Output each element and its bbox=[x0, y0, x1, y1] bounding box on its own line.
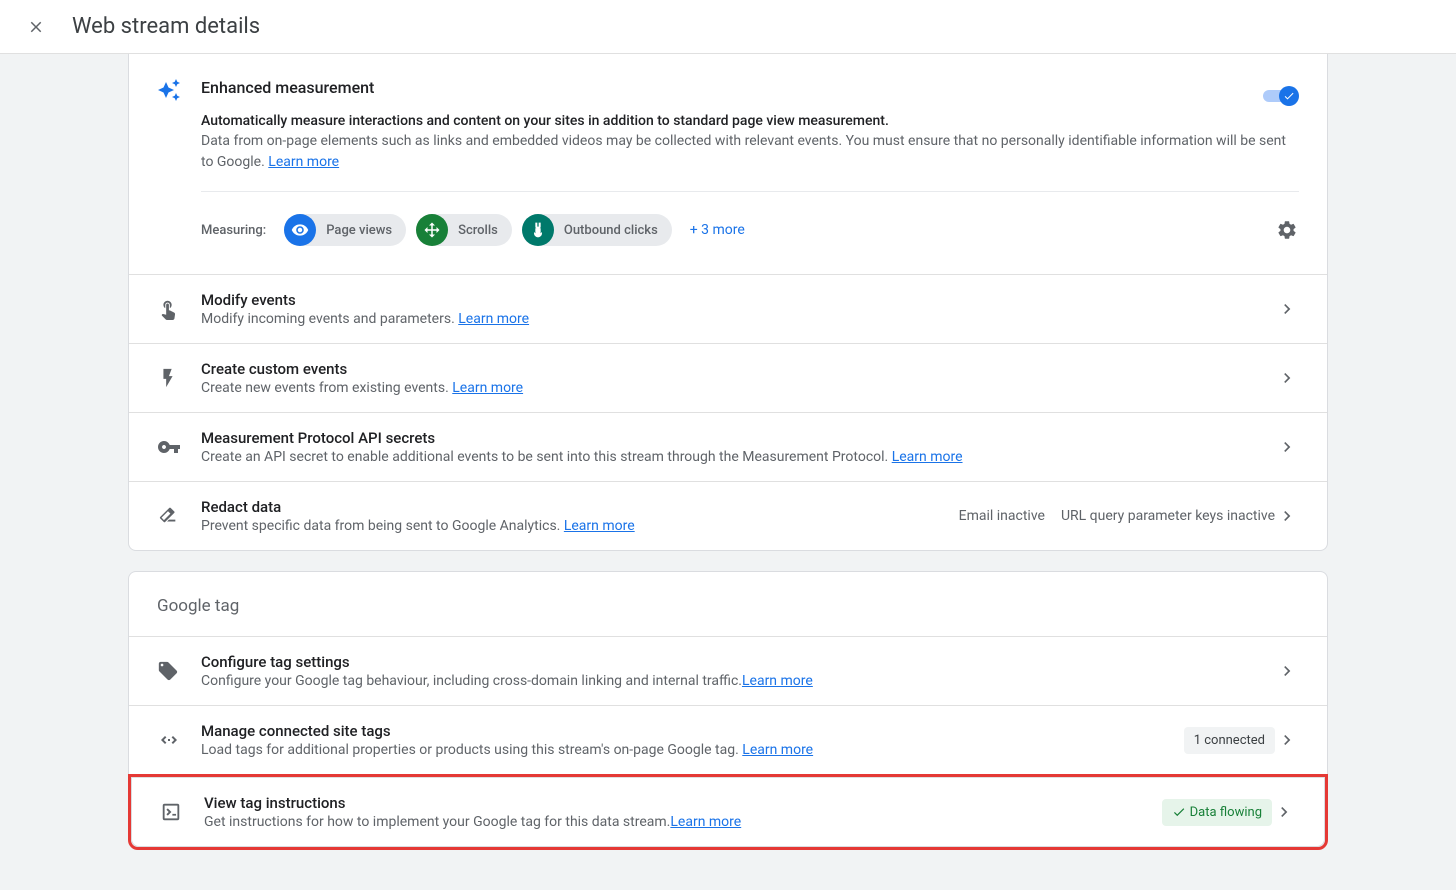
instructions-learn-link[interactable]: Learn more bbox=[670, 814, 741, 830]
google-tag-header: Google tag bbox=[129, 572, 1327, 636]
row-redact-data[interactable]: Redact data Prevent specific data from b… bbox=[129, 481, 1327, 550]
eye-icon bbox=[284, 214, 316, 246]
enhanced-description: Data from on-page elements such as links… bbox=[201, 131, 1299, 173]
instructions-icon bbox=[160, 801, 192, 823]
close-icon[interactable] bbox=[24, 15, 48, 39]
custom-desc: Create new events from existing events. … bbox=[201, 380, 1275, 396]
chip-page-views-label: Page views bbox=[316, 223, 392, 238]
check-icon bbox=[1279, 86, 1299, 106]
row-modify-events[interactable]: Modify events Modify incoming events and… bbox=[129, 274, 1327, 343]
connected-learn-link[interactable]: Learn more bbox=[742, 742, 813, 758]
events-panel: Enhanced measurement Automatically measu… bbox=[128, 54, 1328, 551]
redact-learn-link[interactable]: Learn more bbox=[564, 518, 635, 534]
row-api-secrets[interactable]: Measurement Protocol API secrets Create … bbox=[129, 412, 1327, 481]
code-icon bbox=[157, 728, 189, 752]
check-icon bbox=[1172, 805, 1186, 819]
modify-icon bbox=[157, 298, 189, 320]
row-connected-tags[interactable]: Manage connected site tags Load tags for… bbox=[129, 705, 1327, 774]
chevron-right-icon bbox=[1275, 659, 1299, 683]
enhanced-toggle[interactable] bbox=[1263, 86, 1299, 106]
custom-learn-link[interactable]: Learn more bbox=[452, 380, 523, 396]
key-icon bbox=[157, 435, 189, 459]
enhanced-title: Enhanced measurement bbox=[201, 78, 1299, 97]
page-header: Web stream details bbox=[0, 0, 1456, 54]
enhanced-learn-more-link[interactable]: Learn more bbox=[268, 154, 339, 170]
secrets-learn-link[interactable]: Learn more bbox=[892, 449, 963, 465]
modify-title: Modify events bbox=[201, 291, 1275, 309]
redact-desc: Prevent specific data from being sent to… bbox=[201, 518, 947, 534]
configure-desc: Configure your Google tag behaviour, inc… bbox=[201, 673, 1275, 689]
eraser-icon bbox=[157, 505, 189, 527]
highlight-annotation: View tag instructions Get instructions f… bbox=[128, 774, 1328, 850]
chip-page-views: Page views bbox=[284, 214, 406, 246]
gear-icon[interactable] bbox=[1275, 218, 1299, 242]
custom-title: Create custom events bbox=[201, 360, 1275, 378]
measuring-label: Measuring: bbox=[201, 223, 266, 238]
scroll-icon bbox=[416, 214, 448, 246]
row-custom-events[interactable]: Create custom events Create new events f… bbox=[129, 343, 1327, 412]
chip-outbound-label: Outbound clicks bbox=[554, 223, 658, 238]
secrets-desc: Create an API secret to enable additiona… bbox=[201, 449, 1275, 465]
redact-status-url: URL query parameter keys inactive bbox=[1061, 508, 1275, 524]
tag-icon bbox=[157, 660, 189, 682]
chevron-right-icon bbox=[1275, 504, 1299, 528]
chip-scrolls: Scrolls bbox=[416, 214, 512, 246]
mouse-icon bbox=[522, 214, 554, 246]
modify-learn-link[interactable]: Learn more bbox=[458, 311, 529, 327]
more-measurements-link[interactable]: + 3 more bbox=[690, 222, 745, 238]
enhanced-measurement-section: Enhanced measurement Automatically measu… bbox=[129, 54, 1327, 274]
enhanced-subtitle: Automatically measure interactions and c… bbox=[201, 113, 1299, 129]
configure-title: Configure tag settings bbox=[201, 653, 1275, 671]
page-title: Web stream details bbox=[72, 14, 260, 39]
custom-events-icon bbox=[157, 367, 189, 389]
redact-title: Redact data bbox=[201, 498, 947, 516]
secrets-title: Measurement Protocol API secrets bbox=[201, 429, 1275, 447]
modify-desc: Modify incoming events and parameters. L… bbox=[201, 311, 1275, 327]
connected-desc: Load tags for additional properties or p… bbox=[201, 742, 1172, 758]
chevron-right-icon bbox=[1275, 297, 1299, 321]
row-view-tag-instructions[interactable]: View tag instructions Get instructions f… bbox=[132, 777, 1324, 846]
chevron-right-icon bbox=[1275, 435, 1299, 459]
redact-status-email: Email inactive bbox=[959, 508, 1045, 524]
configure-learn-link[interactable]: Learn more bbox=[742, 673, 813, 689]
sparkle-icon bbox=[157, 78, 189, 246]
chip-scrolls-label: Scrolls bbox=[448, 223, 498, 238]
measuring-row: Measuring: Page views Scrolls bbox=[201, 191, 1299, 246]
chip-outbound: Outbound clicks bbox=[522, 214, 672, 246]
connected-title: Manage connected site tags bbox=[201, 722, 1172, 740]
chevron-right-icon bbox=[1275, 366, 1299, 390]
connected-badge: 1 connected bbox=[1184, 727, 1275, 754]
row-configure-tag[interactable]: Configure tag settings Configure your Go… bbox=[129, 636, 1327, 705]
content-area: Enhanced measurement Automatically measu… bbox=[0, 54, 1456, 890]
data-flowing-badge: Data flowing bbox=[1162, 799, 1272, 826]
chevron-right-icon bbox=[1272, 800, 1296, 824]
instructions-title: View tag instructions bbox=[204, 794, 1150, 812]
google-tag-panel: Google tag Configure tag settings Config… bbox=[128, 571, 1328, 774]
chevron-right-icon bbox=[1275, 728, 1299, 752]
instructions-desc: Get instructions for how to implement yo… bbox=[204, 814, 1150, 830]
